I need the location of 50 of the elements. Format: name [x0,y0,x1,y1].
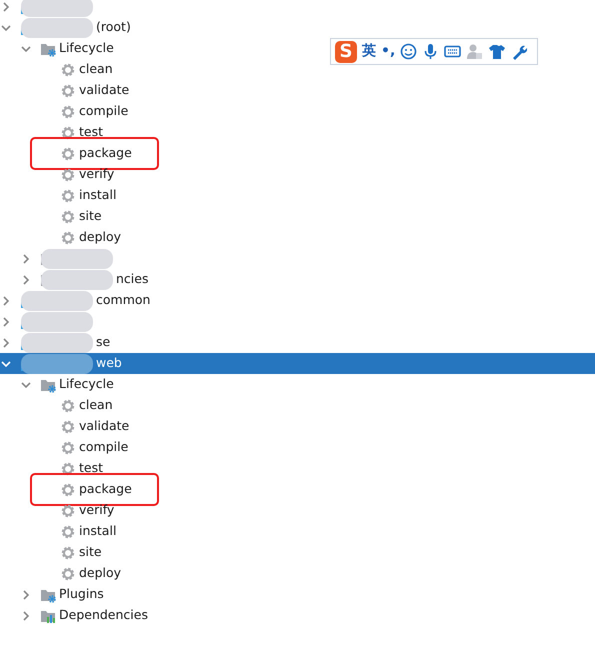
tree-item-label[interactable]: test [79,459,104,478]
tree-item-label[interactable]: package [79,144,132,163]
gear-icon [60,166,76,182]
selected-row[interactable]: web [0,353,595,374]
tree-item-label[interactable]: web [96,354,122,373]
gear-icon [60,104,76,120]
tree-item-label[interactable]: se [96,333,110,352]
tree-item-label[interactable]: validate [79,81,130,100]
tree-item-label[interactable]: site [79,543,102,562]
tree-item-label[interactable]: install [79,186,116,205]
gear-icon [60,440,76,456]
tree-item-label[interactable]: clean [79,60,113,79]
tree-item-label[interactable]: Lifecycle [59,375,114,394]
tree-item-label[interactable]: (root) [96,18,131,37]
tree-item-label[interactable]: Dependencies [59,606,148,625]
shirt-icon[interactable] [488,43,506,60]
user-icon[interactable] [466,43,484,60]
gear-icon [60,418,76,434]
language-toggle[interactable]: 英 [362,41,376,62]
gear-icon [60,566,76,582]
tree-item-label[interactable]: verify [79,165,114,184]
tree-item-label[interactable]: deploy [79,564,122,583]
punctuation-toggle[interactable]: •, [381,41,396,62]
gear-icon [60,82,76,98]
tree-item-label[interactable]: ncies [116,270,148,289]
gear-icon [60,208,76,224]
gear-icon [60,524,76,540]
gear-icon [60,188,76,204]
tree-item-label[interactable]: Lifecycle [59,39,114,58]
gear-icon [60,62,76,78]
emoji-icon[interactable] [400,43,418,60]
gear-icon [60,398,76,414]
tree-item-label[interactable]: install [79,522,116,541]
keyboard-icon[interactable] [444,43,462,60]
gear-icon [60,482,76,498]
tree-item-label[interactable]: test [79,123,104,142]
tree-item-label[interactable]: compile [79,438,128,457]
tree-item-label[interactable]: site [79,207,102,226]
tree-item-label[interactable]: verify [79,501,114,520]
tree-item-label[interactable]: package [79,480,132,499]
tree-item-label[interactable]: Plugins [59,585,104,604]
tree-item-label[interactable]: clean [79,396,113,415]
tree-item-label[interactable]: compile [79,102,128,121]
tree-item-label[interactable]: deploy [79,228,122,247]
tree-item-label[interactable]: validate [79,417,130,436]
gear-icon [60,146,76,162]
tree-item-label[interactable]: common [96,291,150,310]
gear-icon [60,230,76,246]
gear-icon [60,544,76,560]
gear-icon [60,502,76,518]
